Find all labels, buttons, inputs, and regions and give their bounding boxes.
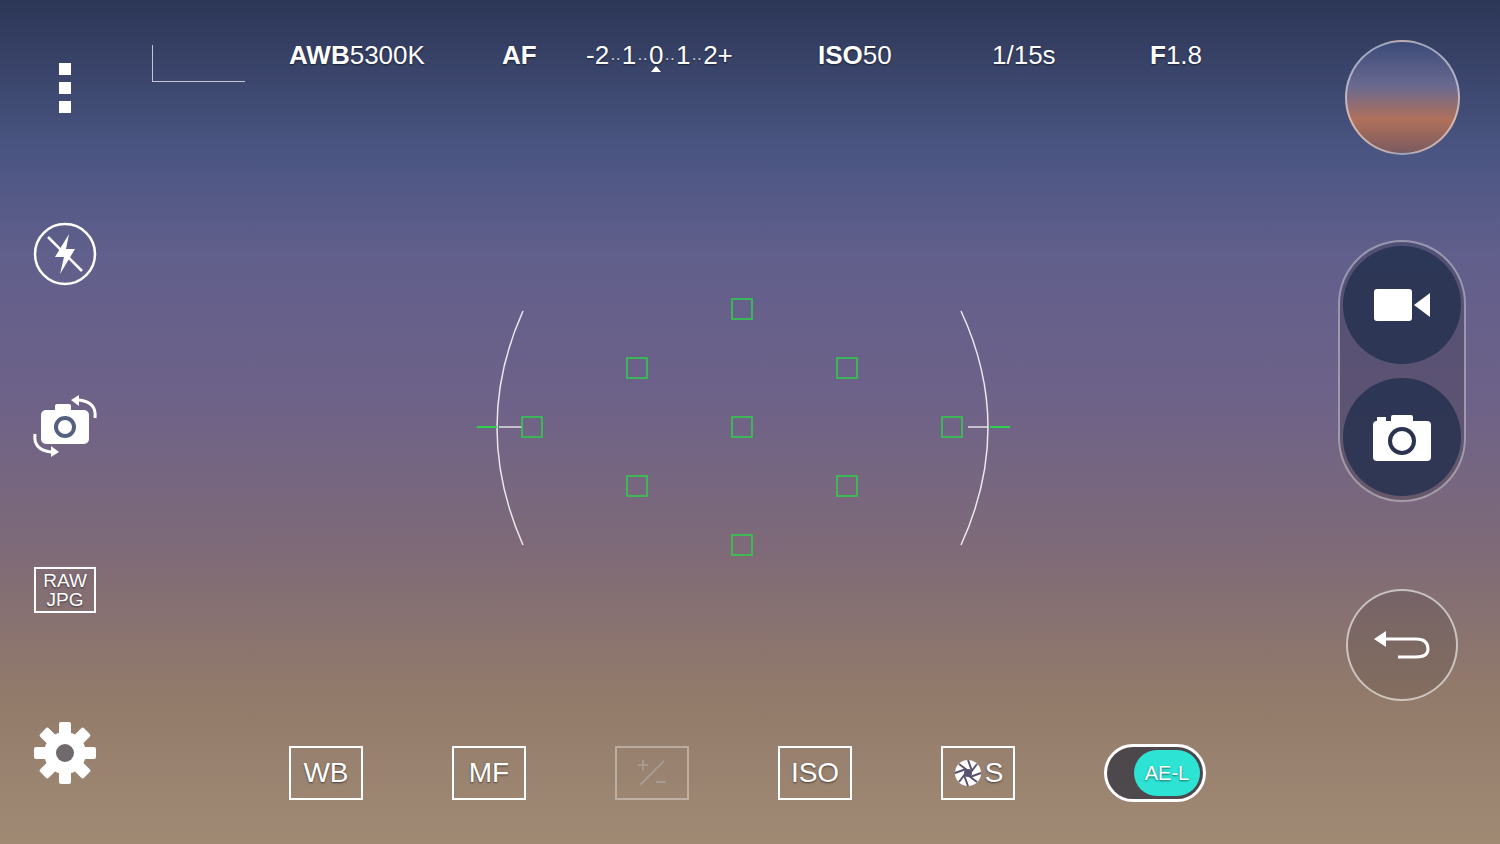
iso-value: 50 bbox=[863, 36, 892, 75]
back-button[interactable] bbox=[1346, 589, 1458, 701]
scale-separator: ·· bbox=[692, 47, 703, 71]
control-button[interactable]: MF bbox=[452, 746, 526, 800]
control-label: WB bbox=[303, 759, 348, 787]
more-menu-icon[interactable] bbox=[45, 63, 85, 113]
ae-lock-toggle[interactable]: AE-L bbox=[1104, 744, 1206, 802]
aperture-value: 1.8 bbox=[1166, 36, 1202, 75]
return-arrow-icon bbox=[1372, 627, 1432, 663]
white-balance-label: AWB bbox=[289, 36, 350, 75]
control-button[interactable]: ISO bbox=[778, 746, 852, 800]
right-bar bbox=[1330, 0, 1500, 844]
exposure-compensation-icon bbox=[632, 753, 672, 793]
shutter-speed-reading: 1/15s bbox=[992, 36, 1150, 75]
top-bar: AWB5300KAF-2··1··0··1··2+ISO501/15sF1.8 bbox=[130, 0, 1330, 110]
scale-separator: ·· bbox=[610, 47, 621, 71]
scale-separator: ·· bbox=[664, 47, 675, 71]
iso-reading[interactable]: ISO50 bbox=[818, 36, 992, 75]
left-bar: RAWJPG bbox=[0, 0, 130, 844]
iso-label: ISO bbox=[818, 36, 863, 75]
control-label: S bbox=[985, 759, 1004, 787]
control-button[interactable]: WB bbox=[289, 746, 363, 800]
exposure-tick: 0 bbox=[649, 36, 663, 75]
exposure-tick: 2+ bbox=[703, 36, 733, 75]
exposure-tick-label: 2+ bbox=[703, 40, 733, 70]
camera-viewfinder[interactable]: RAWJPGAWB5300KAF-2··1··0··1··2+ISO501/15… bbox=[0, 0, 1500, 844]
exposure-tick-label: -2 bbox=[586, 40, 609, 70]
photo-camera-icon bbox=[1373, 413, 1431, 461]
exposure-tick-label: 1 bbox=[622, 40, 636, 70]
white-balance-value: 5300K bbox=[350, 36, 425, 75]
exposure-scale[interactable]: -2··1··0··1··2+ bbox=[586, 36, 818, 75]
control-label: MF bbox=[469, 759, 509, 787]
gallery-thumbnail[interactable] bbox=[1345, 40, 1460, 155]
switch-camera-icon[interactable] bbox=[29, 394, 101, 458]
control-button[interactable]: S bbox=[941, 746, 1015, 800]
bottom-bar: WB MF ISO S AE-L bbox=[130, 744, 1330, 844]
control-label: ISO bbox=[791, 759, 839, 787]
exposure-tick-label: 1 bbox=[676, 40, 690, 70]
jpg-label: JPG bbox=[47, 590, 84, 609]
settings-gear-icon[interactable] bbox=[33, 721, 97, 785]
record-video-button[interactable] bbox=[1343, 246, 1461, 364]
focus-mode-reading: AF bbox=[502, 36, 586, 75]
histogram-frame bbox=[152, 45, 245, 82]
mode-switcher bbox=[1338, 240, 1466, 502]
raw-jpg-toggle[interactable]: RAWJPG bbox=[34, 567, 96, 613]
exposure-pointer-icon bbox=[651, 66, 661, 72]
raw-label: RAW bbox=[43, 571, 87, 590]
white-balance-reading[interactable]: AWB5300K bbox=[289, 36, 502, 75]
control-button bbox=[615, 746, 689, 800]
shutter-aperture-icon bbox=[953, 758, 983, 788]
aperture-reading: F1.8 bbox=[1150, 36, 1330, 75]
focus-grid bbox=[452, 297, 1032, 557]
exposure-tick: 1 bbox=[676, 36, 690, 75]
aperture-label: F bbox=[1150, 36, 1166, 75]
scale-separator: ·· bbox=[637, 47, 648, 71]
take-photo-button[interactable] bbox=[1343, 378, 1461, 496]
exposure-tick: -2 bbox=[586, 36, 609, 75]
flash-icon[interactable] bbox=[33, 222, 97, 286]
exposure-tick: 1 bbox=[622, 36, 636, 75]
video-camera-icon bbox=[1374, 287, 1430, 323]
ae-lock-label: AE-L bbox=[1145, 758, 1189, 788]
ae-lock-knob: AE-L bbox=[1134, 750, 1200, 796]
